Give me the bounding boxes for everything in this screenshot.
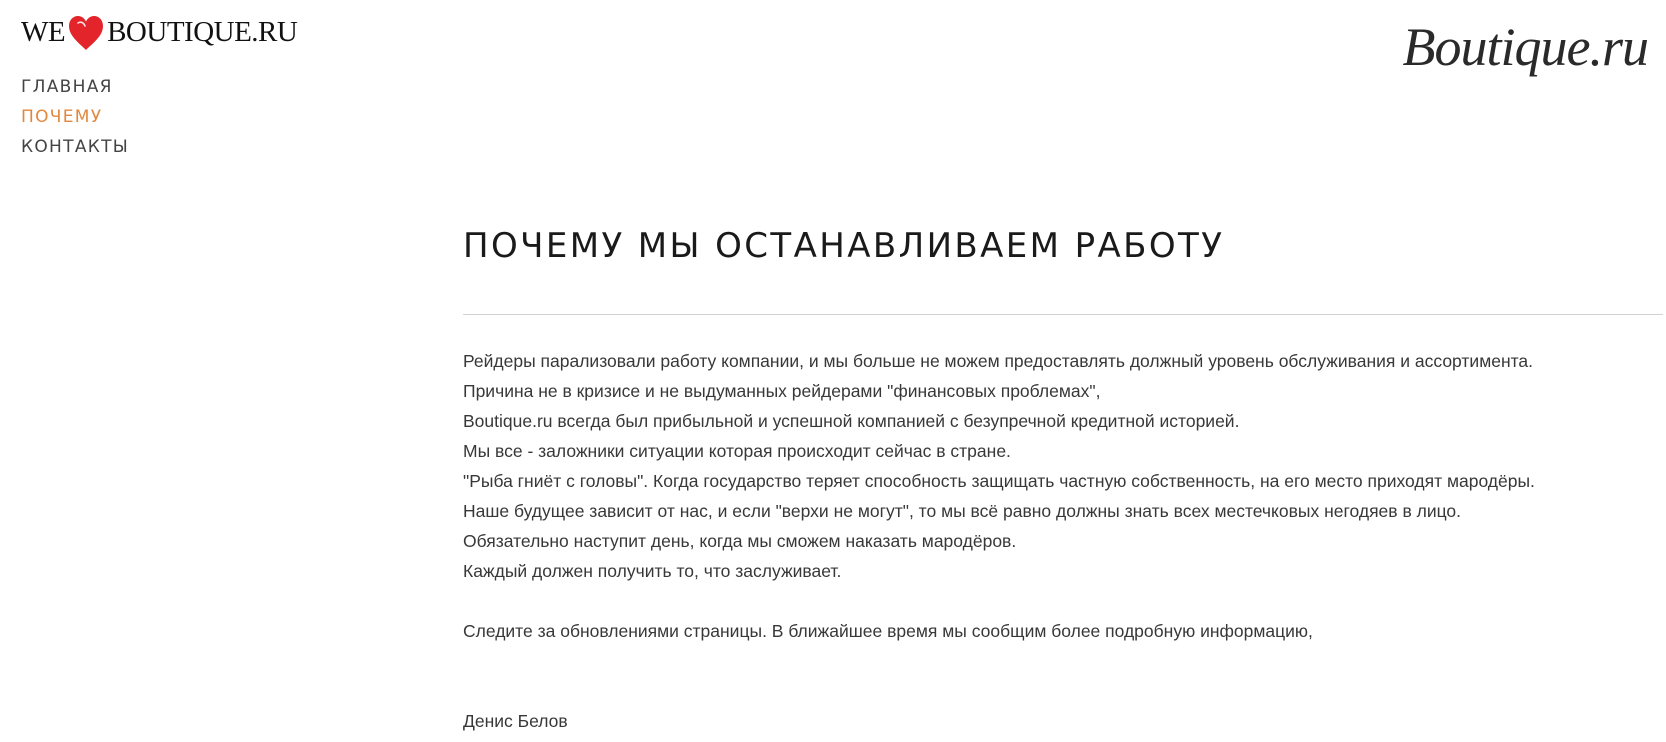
logo-text-we: WE: [21, 15, 66, 48]
nav-item-why[interactable]: ПОЧЕМУ: [21, 106, 129, 136]
statement-line: Обязательно наступит день, когда мы смож…: [463, 531, 1017, 551]
site-logo[interactable]: WE BOUTIQUE.RU: [21, 10, 298, 54]
nav-item-home[interactable]: ГЛАВНАЯ: [21, 76, 129, 106]
title-divider: [463, 314, 1663, 315]
update-notice: Следите за обновлениями страницы. В ближ…: [463, 621, 1313, 641]
statement-line: Каждый должен получить то, что заслужива…: [463, 561, 842, 581]
statement-line: Мы все - заложники ситуации которая прои…: [463, 441, 1011, 461]
author-signature: Денис Белов: [463, 711, 568, 731]
statement-line: Наше будущее зависит от нас, и если "вер…: [463, 501, 1462, 521]
heart-icon: [64, 10, 108, 54]
brand-script-logo: Boutique.ru: [1402, 17, 1649, 77]
statement-text: Рейдеры парализовали работу компании, и …: [463, 346, 1643, 736]
nav-item-contacts[interactable]: КОНТАКТЫ: [21, 136, 129, 166]
statement-line: Boutique.ru всегда был прибыльной и успе…: [463, 411, 1240, 431]
statement-line: Причина не в кризисе и не выдуманных рей…: [463, 381, 1101, 401]
logo-text-boutique: BOUTIQUE.RU: [107, 15, 298, 48]
statement-line: "Рыба гниёт с головы". Когда государство…: [463, 471, 1535, 491]
main-navigation: ГЛАВНАЯ ПОЧЕМУ КОНТАКТЫ: [21, 76, 129, 166]
statement-line: Рейдеры парализовали работу компании, и …: [463, 351, 1534, 371]
page-title: ПОЧЕМУ МЫ ОСТАНАВЛИВАЕМ РАБОТУ: [463, 226, 1225, 266]
